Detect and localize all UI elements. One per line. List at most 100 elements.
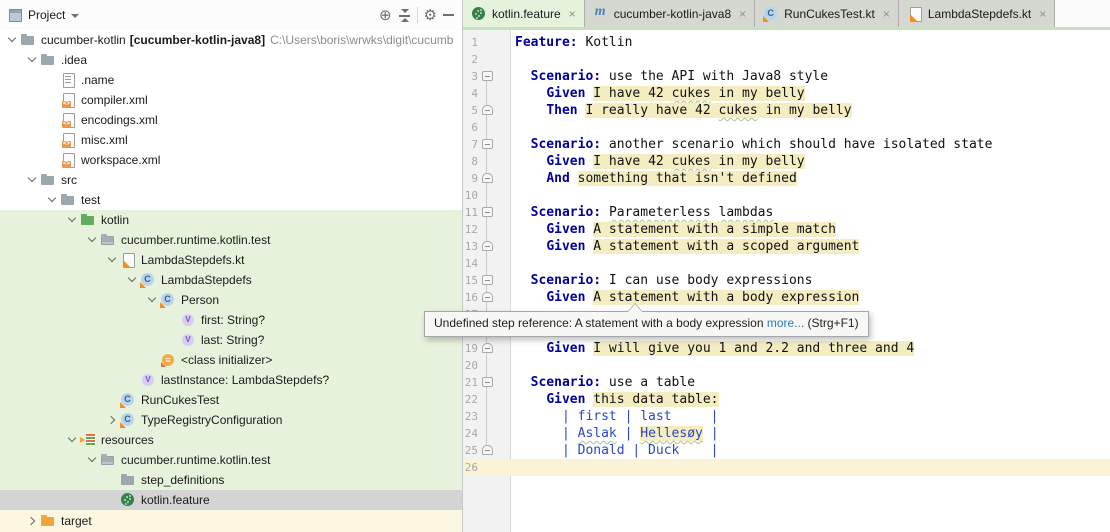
chevron-down-icon[interactable] <box>124 276 140 284</box>
code-text[interactable]: | Donald | Duck | <box>511 442 1110 459</box>
tree-item-target[interactable]: target <box>0 510 462 532</box>
code-text[interactable] <box>511 459 1110 476</box>
code-text[interactable]: Scenario: use the API with Java8 style <box>511 68 1110 85</box>
editor-line-19: 19 Given I will give you 1 and 2.2 and t… <box>463 340 1110 357</box>
locate-file-icon[interactable]: ⊕ <box>379 8 392 23</box>
code-text[interactable]: Scenario: Parameterless lambdas <box>511 204 1110 221</box>
code-text[interactable]: | Aslak | Hellesøy | <box>511 425 1110 442</box>
code-text[interactable]: Given I have 42 cukes in my belly <box>511 85 1110 102</box>
chevron-down-icon[interactable] <box>64 216 80 224</box>
tree-item-misc-xml[interactable]: misc.xml <box>0 130 462 150</box>
tab-cucumber-kotlin-java8[interactable]: cucumber-kotlin-java8 × <box>584 0 756 27</box>
chevron-right-icon[interactable] <box>104 416 120 424</box>
code-text[interactable] <box>511 357 1110 374</box>
code-text[interactable]: Scenario: I can use body expressions <box>511 272 1110 289</box>
fold-marker-icon[interactable] <box>482 139 493 149</box>
folder-green-icon <box>80 212 96 228</box>
gutter-cell: 9 <box>463 170 511 187</box>
close-tab-icon[interactable]: × <box>883 8 890 20</box>
code-text[interactable]: And something that isn't defined <box>511 170 1110 187</box>
fold-marker-icon[interactable] <box>482 241 493 251</box>
tree-item-name[interactable]: .name <box>0 70 462 90</box>
fold-marker-icon[interactable] <box>482 377 493 387</box>
code-text[interactable]: Given I will give you 1 and 2.2 and thre… <box>511 340 1110 357</box>
project-panel-title[interactable]: Project <box>28 8 65 22</box>
code-text[interactable]: Given A statement with a simple match <box>511 221 1110 238</box>
code-text[interactable]: Scenario: another scenario which should … <box>511 136 1110 153</box>
tree-item-last-string[interactable]: last: String? <box>0 330 462 350</box>
fold-marker-icon[interactable] <box>482 105 493 115</box>
fold-marker-icon[interactable] <box>482 173 493 183</box>
close-tab-icon[interactable]: × <box>739 8 746 20</box>
tree-item-class-initializer[interactable]: <class initializer> <box>0 350 462 370</box>
maven-icon <box>593 4 609 22</box>
fold-marker-icon[interactable] <box>482 292 493 302</box>
chevron-right-icon[interactable] <box>24 517 40 525</box>
code-text[interactable]: Given A statement with a body expression <box>511 289 1110 306</box>
tab-kotlin-feature[interactable]: kotlin.feature × <box>463 0 585 27</box>
code-text[interactable] <box>511 51 1110 68</box>
tree-item-src[interactable]: src <box>0 170 462 190</box>
editor-line-9: 9 And something that isn't defined <box>463 170 1110 187</box>
fold-marker-icon[interactable] <box>482 71 493 81</box>
kotlin-file-icon <box>907 6 923 22</box>
code-text[interactable] <box>511 119 1110 136</box>
tree-item-typeregistryconfiguration[interactable]: TypeRegistryConfiguration <box>0 410 462 430</box>
tree-item-lambdastepdefs-kt[interactable]: LambdaStepdefs.kt <box>0 250 462 270</box>
code-text[interactable] <box>511 187 1110 204</box>
chevron-down-icon[interactable] <box>4 36 20 44</box>
tree-item-lastinstance-lambdastepdefs[interactable]: lastInstance: LambdaStepdefs? <box>0 370 462 390</box>
tree-item-cucumber-kotlin[interactable]: cucumber-kotlin [cucumber-kotlin-java8] C:… <box>0 30 462 50</box>
tree-item-person[interactable]: Person <box>0 290 462 310</box>
chevron-down-icon[interactable] <box>24 56 40 64</box>
chevron-down-icon[interactable] <box>84 456 100 464</box>
editor[interactable]: 1 Feature: Kotlin 2 3 Scenario: use the API… <box>463 30 1110 532</box>
folder-orange-icon <box>40 513 56 529</box>
gutter-cell: 8 <box>463 153 511 170</box>
tab-runcukestest-kt[interactable]: RunCukesTest.kt × <box>755 0 899 27</box>
tree-item-resources[interactable]: resources <box>0 430 462 450</box>
file-xml-icon <box>60 112 76 128</box>
gear-icon[interactable]: ⚙ <box>424 8 437 23</box>
chevron-down-icon[interactable] <box>24 176 40 184</box>
chevron-down-icon[interactable] <box>104 256 120 264</box>
fold-marker-icon[interactable] <box>482 445 493 455</box>
code-text[interactable] <box>511 255 1110 272</box>
chevron-down-icon[interactable] <box>84 236 100 244</box>
code-text[interactable]: Given this data table: <box>511 391 1110 408</box>
close-tab-icon[interactable]: × <box>569 8 576 20</box>
tree-item-lambdastepdefs[interactable]: LambdaStepdefs <box>0 270 462 290</box>
tab-lambdastepdefs-kt[interactable]: LambdaStepdefs.kt × <box>898 0 1056 27</box>
code-text[interactable]: Given A statement with a scoped argument <box>511 238 1110 255</box>
fold-column <box>478 357 511 374</box>
chevron-down-icon[interactable] <box>64 436 80 444</box>
close-tab-icon[interactable]: × <box>1039 8 1046 20</box>
tree-item-encodings-xml[interactable]: encodings.xml <box>0 110 462 130</box>
chevron-down-icon[interactable] <box>71 14 80 18</box>
code-text[interactable]: Given I have 42 cukes in my belly <box>511 153 1110 170</box>
tree-item-runcukestest[interactable]: RunCukesTest <box>0 390 462 410</box>
chevron-down-icon[interactable] <box>44 196 60 204</box>
tree-item-idea[interactable]: .idea <box>0 50 462 70</box>
chevron-down-icon[interactable] <box>144 296 160 304</box>
code-text[interactable]: Then I really have 42 cukes in my belly <box>511 102 1110 119</box>
tree-item-step-definitions[interactable]: step_definitions <box>0 470 462 490</box>
tree-item-first-string[interactable]: first: String? <box>0 310 462 330</box>
tree-item-test[interactable]: test <box>0 190 462 210</box>
code-text[interactable]: Scenario: use a table <box>511 374 1110 391</box>
tree-item-kotlin[interactable]: kotlin <box>0 210 462 230</box>
fold-marker-icon[interactable] <box>482 343 493 353</box>
tree-item-kotlin-feature[interactable]: kotlin.feature <box>0 490 462 510</box>
tree-item-workspace-xml[interactable]: workspace.xml <box>0 150 462 170</box>
tree-item-cucumber-runtime-kotlin-test[interactable]: cucumber.runtime.kotlin.test <box>0 450 462 470</box>
tree-item-cucumber-runtime-kotlin-test[interactable]: cucumber.runtime.kotlin.test <box>0 230 462 250</box>
tree-item-compiler-xml[interactable]: compiler.xml <box>0 90 462 110</box>
code-text[interactable]: Feature: Kotlin <box>511 34 1110 51</box>
hide-panel-icon[interactable] <box>443 14 454 16</box>
code-text[interactable]: | first | last | <box>511 408 1110 425</box>
collapse-all-icon[interactable] <box>398 8 411 22</box>
tooltip-more-link[interactable]: more... <box>767 316 804 330</box>
fold-marker-icon[interactable] <box>482 275 493 285</box>
kotlin-class-icon <box>140 272 156 288</box>
fold-marker-icon[interactable] <box>482 207 493 217</box>
